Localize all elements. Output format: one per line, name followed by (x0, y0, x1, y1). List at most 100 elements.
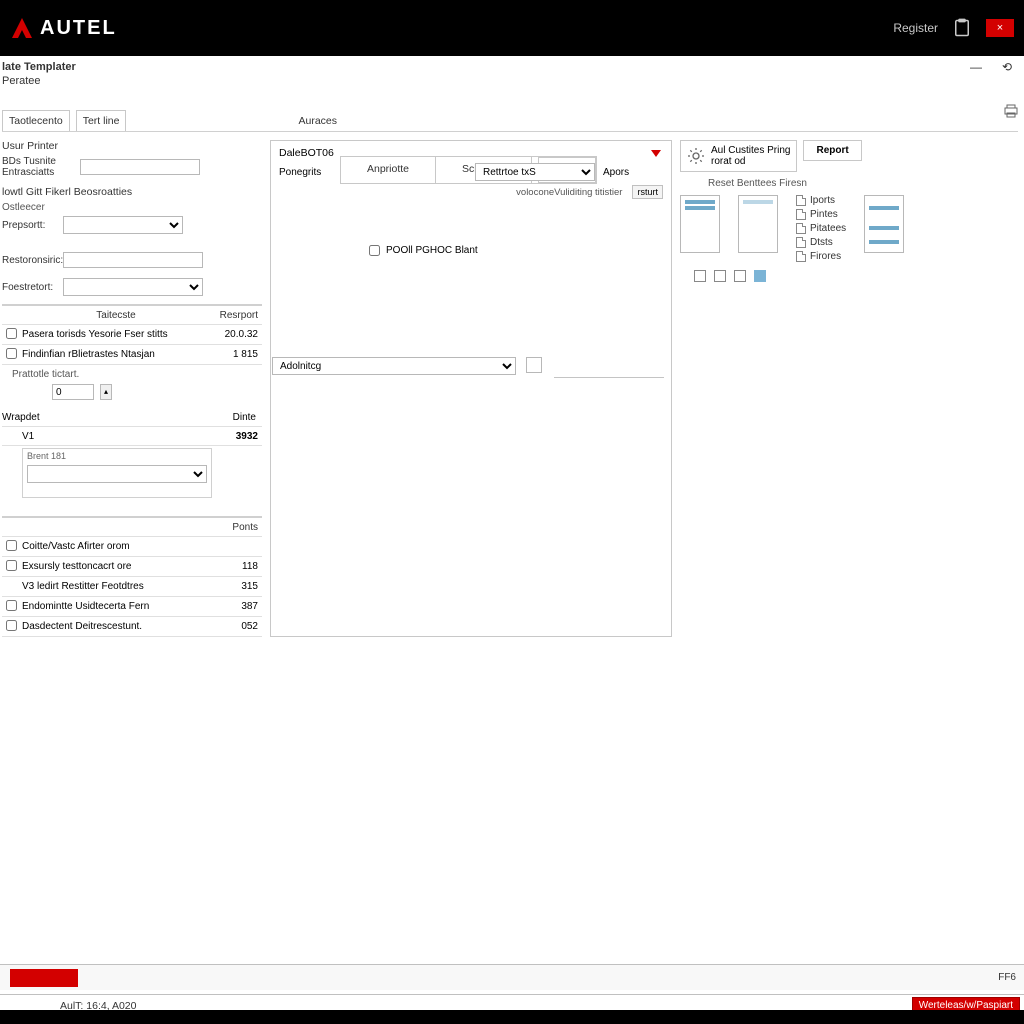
template-thumb-1[interactable] (680, 195, 720, 253)
mini-view-4[interactable] (754, 270, 766, 282)
grid1-col-val: Resrport (210, 310, 262, 321)
tab-mid-1[interactable]: Auraces (288, 111, 347, 131)
grid-2: Ponts Coitte/Vastc Afirter orom Exsursly… (2, 516, 262, 637)
group-properties-title: lowtl Gitt Fikerl Beosroatties (2, 186, 262, 198)
row-checkbox[interactable] (6, 620, 17, 631)
row-val: 387 (210, 601, 262, 612)
bds-label: BDs Tusnite Entrasciatts (2, 156, 74, 178)
window-controls: — ⟲ (970, 60, 1016, 74)
template-thumb-2[interactable] (738, 195, 778, 253)
footer-red-indicator (10, 969, 78, 987)
row-label: Findinfian rBlietrastes Ntasjan (20, 349, 210, 360)
grid-1: Taitecste Resrport Pasera torisds Yesori… (2, 304, 262, 365)
rsturt-button[interactable]: rsturt (632, 185, 663, 199)
row-val: 1 815 (210, 349, 262, 360)
wrap-sub-select[interactable] (27, 465, 207, 483)
close-button[interactable]: × (986, 19, 1014, 37)
tab-left-1[interactable]: Taotlecento (2, 110, 70, 131)
volsconc-row: voloconeVuliditing titistier rsturt (279, 185, 663, 199)
mid-divider (554, 377, 664, 378)
spinner-up[interactable]: ▴ (100, 384, 112, 400)
print-settings-block: Prattotle tictart. ▴ (2, 365, 262, 409)
row-checkbox[interactable] (6, 348, 17, 359)
right-subtitle: Reset Benttees Firesn (708, 178, 980, 189)
table-row: Pasera torisds Yesorie Fser stitts 20.0.… (2, 325, 262, 345)
content-area: Taotlecento Tert line Auraces Anpriotte … (0, 102, 1024, 656)
group-properties: lowtl Gitt Fikerl Beosroatties Ostleecer… (2, 186, 262, 296)
body-columns: Usur Printer BDs Tusnite Entrasciatts lo… (2, 140, 1018, 637)
row-checkbox[interactable] (6, 600, 17, 611)
footer-right-text: FF6 (998, 972, 1016, 983)
register-link[interactable]: Register (893, 21, 938, 35)
pooll-checkbox[interactable] (369, 245, 380, 256)
window-title-line2: Peratee (2, 74, 76, 88)
color-swatch[interactable] (526, 357, 542, 373)
custom-print-line1: Aul Custites Pring (711, 145, 790, 156)
doc-icon (796, 209, 806, 220)
thumbnail-row: Iports Pintes Pitatees Dtsts Firores (680, 195, 980, 262)
wrapdet-col2: Dinte (233, 412, 256, 423)
restoronsiric-label: Restoronsiric: (2, 255, 57, 266)
mini-view-1[interactable] (694, 270, 706, 282)
list-item[interactable]: Iports (796, 195, 846, 206)
wrap-row1-b: 3932 (210, 431, 262, 442)
table-row: Coitte/Vastc Afirter orom (2, 537, 262, 557)
grid-1-header: Taitecste Resrport (2, 305, 262, 325)
top-bar-right: Register × (893, 18, 1014, 38)
list-item[interactable]: Dtsts (796, 237, 846, 248)
mini-view-3[interactable] (734, 270, 746, 282)
adoiuting-select[interactable]: Adolnitcg (272, 357, 516, 375)
tab-left-2[interactable]: Tert line (76, 110, 127, 131)
table-row: Findinfian rBlietrastes Ntasjan 1 815 (2, 345, 262, 365)
custom-print-button[interactable]: Aul Custites Pring rorat od (680, 140, 797, 172)
right-head: Aul Custites Pring rorat od Report (680, 140, 980, 172)
list-item[interactable]: Firores (796, 251, 846, 262)
row-val: 315 (210, 581, 262, 592)
prepsortt-select[interactable] (63, 216, 183, 234)
spinner-input[interactable] (52, 384, 94, 400)
right-column: Aul Custites Pring rorat od Report Reset… (680, 140, 980, 637)
row-val: 20.0.32 (210, 329, 262, 340)
mini-view-2[interactable] (714, 270, 726, 282)
wrapdet-label: Wrapdet (2, 412, 40, 423)
mid-header: DaleBOT06 (279, 147, 663, 159)
apors-label: Apors (603, 167, 629, 178)
table-row: Dasdectent Deitrescestunt. 052 (2, 617, 262, 637)
minimize-button[interactable]: — (970, 60, 982, 74)
template-thumb-3[interactable] (864, 195, 904, 253)
wrap-subbox: Brent 181 (22, 448, 212, 498)
list-item[interactable]: Pitatees (796, 223, 846, 234)
row-checkbox[interactable] (6, 328, 17, 339)
ponegrits-label: Ponegrits (279, 167, 339, 178)
grid2-col-val: Ponts (210, 522, 262, 533)
restoronsiric-input[interactable] (63, 252, 203, 268)
prepsortt-label: Prepsortt: (2, 220, 57, 231)
foestretort-select[interactable] (63, 278, 203, 296)
row-checkbox[interactable] (6, 540, 17, 551)
restore-button[interactable]: ⟲ (1002, 60, 1012, 74)
table-row: Endomintte Usidtecerta Fern 387 (2, 597, 262, 617)
group-properties-sub: Ostleecer (2, 202, 262, 213)
row-checkbox[interactable] (6, 560, 17, 571)
printer-ribbon-icon[interactable] (1004, 104, 1018, 118)
group-user-printer-title: Usur Printer (2, 140, 262, 152)
table-row: Exsursly testtoncacrt ore 118 (2, 557, 262, 577)
date-label: DaleBOT06 (279, 147, 334, 159)
report-button[interactable]: Report (803, 140, 861, 161)
row-label: Endomintte Usidtecerta Fern (20, 601, 210, 612)
row-val: 052 (210, 621, 262, 632)
ponegrits-select[interactable]: Rettrtoe txS (475, 163, 595, 181)
bds-input[interactable] (80, 159, 200, 175)
foestretort-label: Foestretort: (2, 282, 57, 293)
brand-name: AUTEL (40, 17, 117, 40)
pooll-label: POOll PGHOC Blant (386, 245, 478, 256)
pooll-check-row: POOll PGHOC Blant (279, 245, 663, 256)
printtotlie-label: Prattotle tictart. (12, 369, 262, 380)
window-title: late Templater Peratee (0, 60, 76, 88)
row-label: V3 ledirt Restitter Feotdtres (20, 581, 210, 592)
clipboard-icon[interactable] (952, 18, 972, 38)
row-label: Dasdectent Deitrescestunt. (20, 621, 210, 632)
dropdown-red-caret-icon[interactable] (651, 150, 661, 157)
wrap-row1-a: V1 (20, 431, 210, 442)
list-item[interactable]: Pintes (796, 209, 846, 220)
